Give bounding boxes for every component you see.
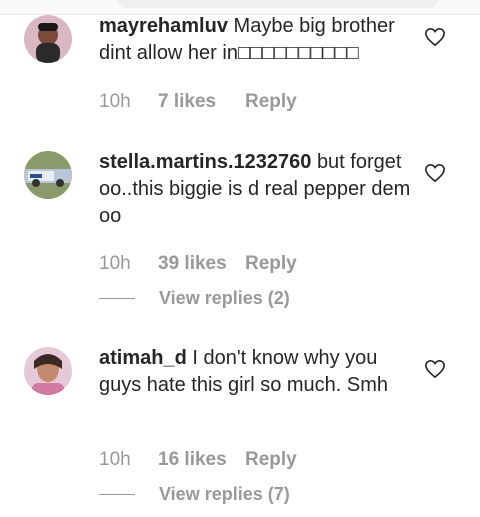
comment-body: mayrehamluv Maybe big brother dint allow… [99, 13, 417, 67]
comment-body: stella.martins.1232760 but forget oo..th… [99, 149, 417, 230]
comment-time: 10h [99, 91, 131, 112]
comment-body: atimah_d I don't know why you guys hate … [99, 345, 417, 399]
reply-button[interactable]: Reply [245, 253, 297, 275]
heart-outline-icon[interactable] [424, 359, 446, 379]
heart-outline-icon[interactable] [424, 27, 446, 47]
view-replies-button[interactable]: View replies (7) [99, 482, 290, 506]
comment-username[interactable]: mayrehamluv [99, 15, 228, 37]
comment-meta: 10h 39 likes Reply [99, 252, 297, 276]
comment-meta: 10h 16 likes Reply [99, 448, 297, 472]
reply-button[interactable]: Reply [245, 449, 297, 471]
view-replies-label[interactable]: View replies (7) [159, 484, 290, 505]
comment-time: 10h [99, 253, 131, 274]
comment-username[interactable]: atimah_d [99, 347, 187, 369]
reply-button[interactable]: Reply [245, 91, 297, 113]
replies-divider [99, 493, 135, 495]
comment-meta: 10h 7 likes Reply [99, 90, 297, 114]
comment-likes[interactable]: 7 likes [158, 91, 245, 113]
replies-divider [99, 297, 135, 299]
comment-likes[interactable]: 39 likes [158, 253, 245, 275]
avatar[interactable] [24, 15, 72, 63]
comment-likes[interactable]: 16 likes [158, 449, 245, 471]
comment-input-field[interactable] [118, 0, 438, 8]
avatar[interactable] [24, 347, 72, 395]
view-replies-label[interactable]: View replies (2) [159, 288, 290, 309]
avatar[interactable] [24, 151, 72, 199]
heart-outline-icon[interactable] [424, 163, 446, 183]
view-replies-button[interactable]: View replies (2) [99, 286, 290, 310]
comment-time: 10h [99, 449, 131, 470]
comment-username[interactable]: stella.martins.1232760 [99, 151, 311, 173]
